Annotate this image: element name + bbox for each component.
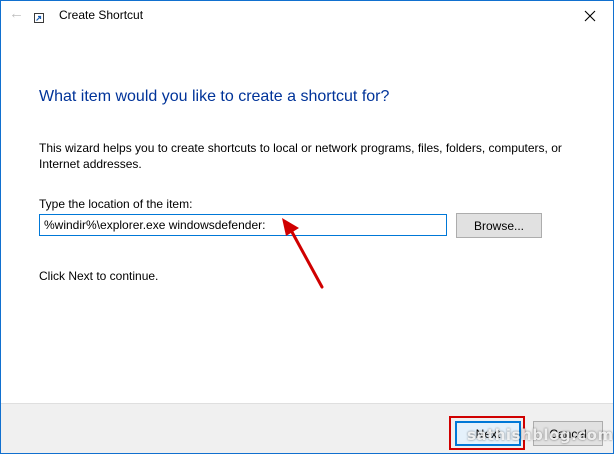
window-title: Create Shortcut — [59, 8, 144, 22]
next-highlight-annotation — [449, 416, 525, 450]
back-arrow-icon[interactable]: ← — [9, 6, 25, 22]
title-bar: ← Create Shortcut — [1, 1, 613, 29]
close-icon — [584, 9, 596, 22]
location-input[interactable] — [39, 214, 447, 236]
shortcut-icon — [34, 10, 44, 23]
page-heading: What item would you like to create a sho… — [39, 88, 390, 105]
browse-button[interactable]: Browse... — [456, 213, 542, 238]
wizard-description: This wizard helps you to create shortcut… — [39, 141, 562, 171]
location-label: Type the location of the item: — [39, 197, 193, 211]
continue-hint: Click Next to continue. — [39, 269, 159, 283]
close-button[interactable] — [567, 1, 613, 29]
create-shortcut-dialog: ← Create Shortcut What item would you li… — [0, 0, 614, 454]
cancel-button[interactable]: Cancel — [533, 421, 603, 446]
